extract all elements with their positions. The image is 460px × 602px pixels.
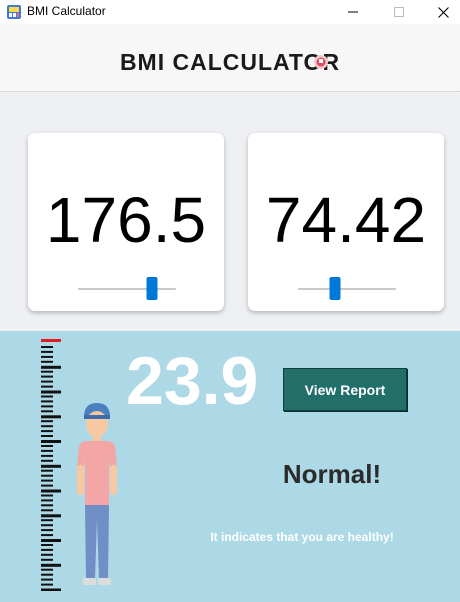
height-slider-thumb[interactable]	[146, 277, 158, 300]
ruler-tick	[41, 514, 61, 518]
ruler-tick	[41, 385, 53, 388]
overlay-badge-icon	[314, 55, 328, 69]
minimize-button[interactable]	[330, 0, 376, 24]
ruler-tick	[41, 524, 53, 527]
person-illustration-icon	[77, 403, 117, 585]
ruler-tick	[41, 454, 53, 457]
ruler-tick	[41, 553, 53, 556]
ruler-tick	[41, 539, 61, 542]
view-report-button[interactable]: View Report	[283, 368, 407, 411]
ruler-tick	[41, 435, 53, 437]
ruler-tick	[41, 469, 53, 472]
weight-slider-thumb[interactable]	[329, 277, 341, 300]
height-card: 176.5	[28, 133, 224, 311]
ruler-tick	[41, 499, 53, 502]
bmi-value: 23.9	[126, 343, 259, 419]
height-slider-track[interactable]	[78, 288, 176, 290]
close-icon	[437, 6, 449, 18]
bmi-app-icon	[7, 5, 21, 19]
app-header: BMI CALCULATOR	[0, 24, 460, 92]
ruler-tick	[41, 415, 61, 419]
bmi-status: Normal!	[282, 459, 382, 489]
ruler-tick	[41, 464, 61, 468]
ruler-scale-icon	[41, 339, 61, 591]
result-area: 23.9 View Report Normal! It indicates th…	[0, 331, 460, 602]
weight-value: 74.42	[265, 184, 427, 256]
close-button[interactable]	[420, 0, 460, 24]
ruler-tick	[41, 558, 53, 561]
ruler-tick	[41, 425, 53, 428]
ruler-tick	[41, 459, 53, 462]
ruler-tick	[41, 474, 53, 477]
ruler-tick	[41, 548, 53, 551]
ruler-tick	[41, 583, 53, 586]
weight-card: 74.42	[248, 133, 444, 311]
ruler-tick	[41, 355, 53, 358]
ruler-tick	[41, 420, 53, 423]
ruler-tick	[41, 568, 53, 571]
minimize-icon	[348, 11, 358, 13]
ruler-tick	[41, 395, 53, 398]
ruler-marker	[41, 339, 61, 342]
ruler-tick	[41, 350, 53, 353]
ruler-tick	[41, 360, 53, 363]
input-area: 176.5 74.42	[0, 93, 460, 331]
ruler-tick	[41, 400, 53, 403]
ruler-tick	[41, 365, 61, 369]
ruler-tick	[41, 494, 53, 497]
ruler-tick	[41, 479, 53, 482]
ruler-tick	[41, 346, 53, 348]
maximize-button[interactable]	[376, 0, 422, 24]
ruler-tick	[41, 410, 53, 413]
ruler-tick	[41, 445, 53, 447]
ruler-tick	[41, 544, 53, 546]
ruler-tick	[41, 519, 53, 522]
ruler-tick	[41, 430, 53, 433]
ruler-tick	[41, 509, 53, 512]
ruler-tick	[41, 380, 53, 383]
ruler-tick	[41, 573, 53, 576]
ruler-tick	[41, 489, 61, 493]
height-value: 176.5	[45, 184, 207, 256]
ruler-tick	[41, 504, 53, 507]
ruler-tick	[41, 440, 61, 443]
ruler-tick	[41, 484, 53, 487]
window-title: BMI Calculator	[27, 4, 106, 18]
page-title: BMI CALCULATOR	[119, 49, 341, 75]
weight-slider-track[interactable]	[298, 288, 396, 290]
ruler-tick	[41, 375, 53, 378]
ruler-tick	[41, 588, 61, 591]
maximize-icon	[394, 7, 404, 17]
bmi-description: It indicates that you are healthy!	[210, 530, 394, 544]
ruler-tick	[41, 563, 61, 567]
ruler-tick	[41, 578, 53, 581]
ruler-tick	[41, 534, 53, 537]
ruler-tick	[41, 405, 53, 408]
ruler-tick	[41, 370, 53, 373]
ruler-tick	[41, 449, 53, 452]
ruler-tick	[41, 529, 53, 532]
ruler-tick	[41, 390, 61, 394]
window-title-bar: BMI Calculator	[0, 0, 460, 24]
